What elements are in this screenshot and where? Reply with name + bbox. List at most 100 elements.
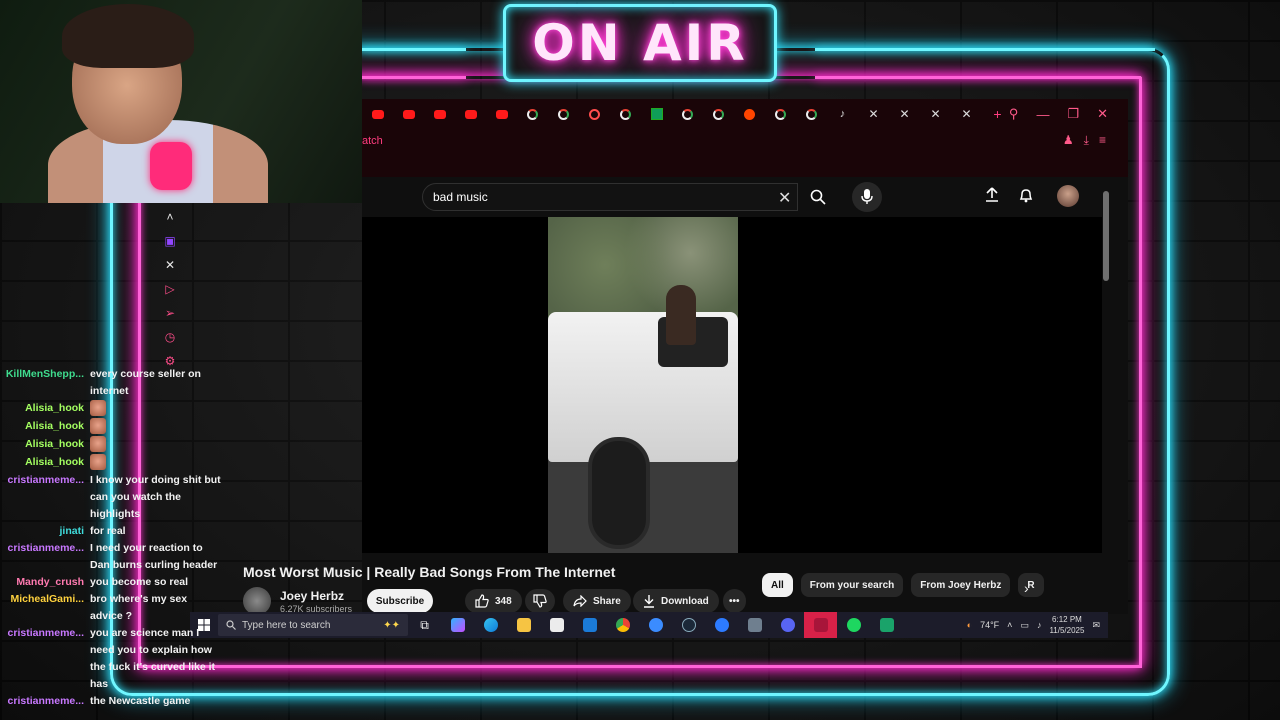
downloads-icon[interactable]: ⤓ xyxy=(1084,133,1089,148)
weather-temp[interactable]: 74°F xyxy=(980,620,999,630)
mail-icon[interactable] xyxy=(573,612,606,638)
chat-username[interactable]: KillMenShepp... xyxy=(0,366,84,383)
taskbar-search[interactable]: Type here to search ✦✦ xyxy=(218,614,408,636)
menu-icon[interactable]: ≡ xyxy=(1099,133,1106,148)
search-button[interactable] xyxy=(798,183,838,211)
chat-username[interactable]: cristianmeme... xyxy=(0,693,84,710)
chat-username[interactable]: cristianmeme... xyxy=(0,472,84,489)
browser-tab-x[interactable]: ✕ xyxy=(951,99,982,129)
voice-search-button[interactable] xyxy=(852,182,882,212)
chevron-up-icon[interactable]: ˄ xyxy=(1007,620,1012,630)
restore-button[interactable]: ❐ xyxy=(1067,106,1079,122)
steam-icon[interactable] xyxy=(672,612,705,638)
clock[interactable]: 6:12 PM 11/5/2025 xyxy=(1049,614,1084,636)
chrome-icon[interactable] xyxy=(606,612,639,638)
browser-tab-yt[interactable] xyxy=(362,99,393,129)
clock-icon[interactable]: ◷ xyxy=(165,330,175,344)
chat-username[interactable]: Alisia_hook xyxy=(0,436,84,453)
store-icon[interactable] xyxy=(540,612,573,638)
send-icon[interactable]: ➢ xyxy=(165,306,175,320)
browser-tab-yt[interactable] xyxy=(393,99,424,129)
g-tab-icon xyxy=(620,108,631,120)
chat-text-line: Dan burns curling header xyxy=(90,559,218,571)
discord-icon[interactable] xyxy=(771,612,804,638)
clear-search-icon[interactable]: ✕ xyxy=(778,188,791,208)
chat-text: bro where's my sex advice ? xyxy=(90,591,224,625)
chat-text: the Newcastle game xyxy=(90,693,224,710)
create-button[interactable] xyxy=(984,187,1000,208)
chat-text-line: the Newcastle game xyxy=(90,695,191,707)
chat-username[interactable]: Alisia_hook xyxy=(0,418,84,435)
media-app-icon[interactable] xyxy=(738,612,771,638)
minimize-button[interactable]: — xyxy=(1036,107,1049,122)
video-player[interactable] xyxy=(362,217,1102,553)
chat-text-line: for real xyxy=(90,525,126,537)
chat-text-line: highlights xyxy=(90,508,141,520)
twitch-icon[interactable]: ▣ xyxy=(164,234,175,248)
browser-tab-g[interactable] xyxy=(796,99,827,129)
terminal-icon[interactable] xyxy=(870,612,903,638)
profile-icon[interactable]: ♟ xyxy=(1063,133,1074,148)
edge-icon[interactable] xyxy=(474,612,507,638)
browser-tab-yt[interactable] xyxy=(486,99,517,129)
video-frame[interactable] xyxy=(548,217,738,553)
browser-tab-g[interactable] xyxy=(765,99,796,129)
g-tab-icon xyxy=(806,108,817,120)
plus-tab-icon: + xyxy=(993,106,1002,122)
browser-tab-x[interactable]: ✕ xyxy=(858,99,889,129)
browser-tab-grid[interactable] xyxy=(641,99,672,129)
g-tab-icon xyxy=(713,108,724,120)
search-tabs-icon[interactable]: ⚲ xyxy=(1009,106,1019,122)
emote-icon xyxy=(90,400,106,417)
browser-tab-tt[interactable]: ♪ xyxy=(827,99,858,129)
browser-tab-rd[interactable] xyxy=(734,99,765,129)
yt-tab-icon xyxy=(433,109,446,119)
g-tab-icon xyxy=(775,108,786,120)
browser-tab-g[interactable] xyxy=(548,99,579,129)
chat-username[interactable]: MichealGami... xyxy=(0,591,84,608)
task-view-icon[interactable]: ⧉ xyxy=(408,612,441,638)
browser-tab-g[interactable] xyxy=(703,99,734,129)
address-text[interactable]: atch xyxy=(362,135,383,147)
browser-tab-yt[interactable] xyxy=(455,99,486,129)
chat-username[interactable]: cristianmeme... xyxy=(0,625,84,642)
chat-text xyxy=(90,418,224,435)
chat-username[interactable]: cristianmeme... xyxy=(0,540,84,557)
chat-text-line: has xyxy=(90,678,109,690)
network-icon[interactable]: ▭ xyxy=(1020,620,1029,631)
browser-tab-g[interactable] xyxy=(672,99,703,129)
browser-tab-x[interactable]: ✕ xyxy=(889,99,920,129)
notifications-button[interactable] xyxy=(1018,187,1034,208)
close-button[interactable]: ✕ xyxy=(1097,106,1108,122)
copilot-icon[interactable] xyxy=(441,612,474,638)
x-icon[interactable]: ✕ xyxy=(165,258,175,272)
spotify-icon[interactable] xyxy=(837,612,870,638)
chat-username[interactable]: jinati xyxy=(0,523,84,540)
browser-tab-x[interactable]: ✕ xyxy=(920,99,951,129)
volume-icon[interactable]: ♪ xyxy=(1037,620,1042,630)
browser-tab-g[interactable] xyxy=(517,99,548,129)
browser-tab-yt[interactable] xyxy=(424,99,455,129)
avatar[interactable] xyxy=(1057,185,1079,207)
play-icon[interactable]: ▷ xyxy=(165,282,174,296)
chat-username[interactable]: Alisia_hook xyxy=(0,454,84,471)
browser-tab-rss[interactable] xyxy=(579,99,610,129)
file-explorer-icon[interactable] xyxy=(507,612,540,638)
browser-app-icon[interactable] xyxy=(705,612,738,638)
chat-username[interactable]: Alisia_hook xyxy=(0,400,84,417)
arrow-icon[interactable]: ˄ xyxy=(166,210,173,224)
obs-icon[interactable] xyxy=(804,612,837,638)
app-icon[interactable] xyxy=(639,612,672,638)
chat-username[interactable]: Mandy_crush xyxy=(0,574,84,591)
chat-text-line: I know your doing shit but xyxy=(90,474,221,486)
tt-tab-icon: ♪ xyxy=(839,108,846,120)
notifications-icon[interactable]: ✉ xyxy=(1092,620,1100,631)
youtube-header: bad music ✕ xyxy=(362,177,1128,217)
yt-tab-icon xyxy=(464,109,477,119)
browser-window: ♪ ✕ ✕ ✕ ✕ + ⚲ — ❐ ✕ atch ♟ ⤓ ≡ bad music ✕ xyxy=(362,99,1128,614)
page-scrollbar[interactable] xyxy=(1102,181,1110,613)
search-input[interactable]: bad music xyxy=(422,183,798,211)
address-actions: ♟ ⤓ ≡ xyxy=(1063,133,1106,148)
chat-text: you are science man I need you to explain… xyxy=(90,625,224,693)
browser-tab-g[interactable] xyxy=(610,99,641,129)
